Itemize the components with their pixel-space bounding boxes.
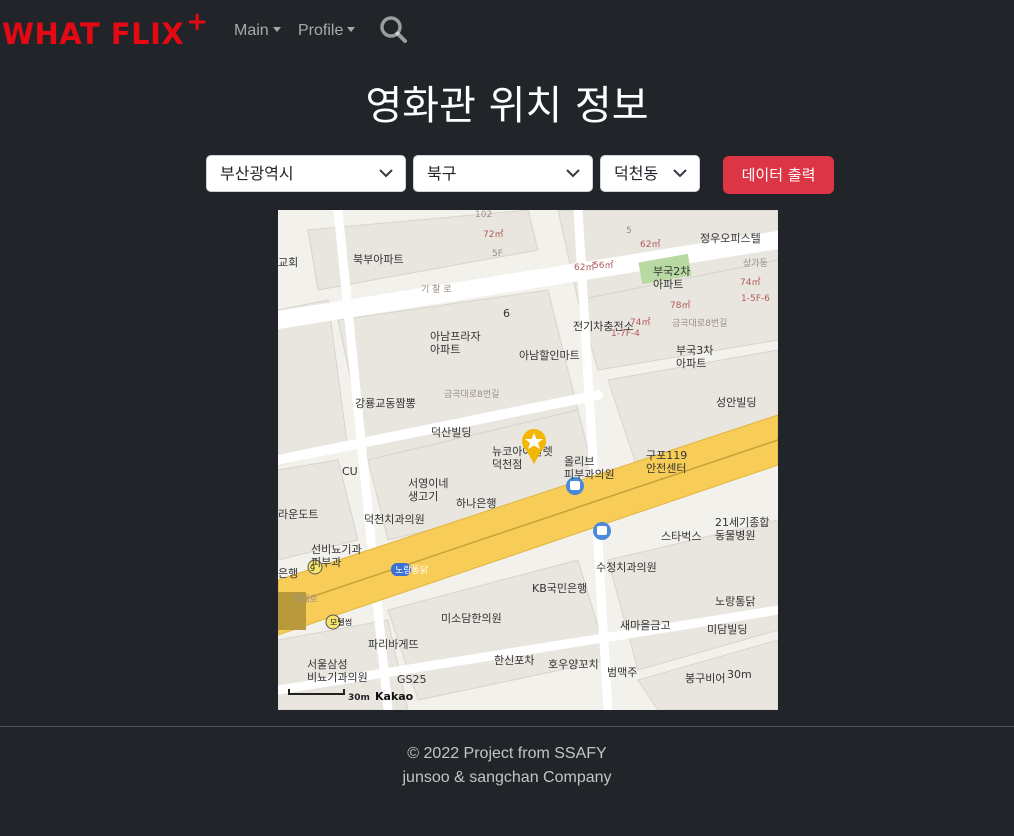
svg-text:62㎡: 62㎡: [574, 262, 594, 273]
svg-text:금곡대로8번길: 금곡대로8번길: [672, 318, 727, 329]
chevron-down-icon: [379, 169, 393, 178]
chevron-down-icon: [272, 27, 281, 32]
svg-text:덕산빌딩: 덕산빌딩: [431, 426, 471, 439]
chevron-down-icon: [673, 169, 687, 178]
search-button[interactable]: [378, 14, 410, 46]
city-select[interactable]: 부산광역시: [206, 155, 406, 192]
svg-text:전기차충전소: 전기차충전소: [573, 320, 634, 333]
search-icon: [380, 16, 407, 43]
dong-select[interactable]: 덕천동: [600, 155, 700, 192]
svg-text:성안빌딩: 성안빌딩: [716, 396, 756, 409]
svg-text:교회: 교회: [278, 256, 298, 269]
svg-text:모텔썸: 모텔썸: [330, 618, 352, 627]
chevron-down-icon: [566, 169, 580, 178]
svg-text:5: 5: [626, 226, 632, 236]
nav-main-dropdown[interactable]: Main: [234, 21, 281, 41]
map-canvas[interactable]: 노랑통닭 9 모텔썸 102 72㎡ 62㎡ 56㎡ 62㎡ 74㎡ 74㎡ 7…: [278, 210, 778, 710]
chevron-down-icon: [347, 27, 356, 32]
page-title: 영화관 위치 정보: [365, 83, 649, 129]
svg-text:금곡대로8번길: 금곡대로8번길: [444, 389, 499, 400]
svg-text:호우양꼬치: 호우양꼬치: [548, 658, 599, 671]
svg-text:노랑통닭: 노랑통닭: [715, 595, 755, 608]
svg-text:구포119안전센터: 구포119 안전센터: [646, 449, 687, 475]
svg-text:범맥주: 범맥주: [607, 666, 637, 679]
data-output-button[interactable]: 데이터 출력: [723, 156, 834, 194]
svg-text:102: 102: [475, 210, 492, 220]
svg-text:KB국민은행: KB국민은행: [532, 582, 587, 595]
svg-text:아남할인마트: 아남할인마트: [519, 349, 580, 362]
svg-text:Kakao: Kakao: [375, 690, 414, 703]
svg-text:북부아파트: 북부아파트: [353, 253, 404, 266]
svg-text:미담빌딩: 미담빌딩: [707, 623, 747, 636]
brand-plus: +: [186, 7, 209, 37]
svg-text:상가동: 상가동: [743, 258, 768, 269]
svg-text:CU: CU: [342, 465, 358, 478]
svg-text:5F: 5F: [492, 249, 503, 259]
svg-text:56㎡: 56㎡: [593, 260, 613, 271]
svg-text:봉구비어: 봉구비어: [685, 672, 725, 685]
svg-text:은행: 은행: [278, 567, 298, 580]
city-select-value: 부산광역시: [220, 164, 294, 183]
dong-select-value: 덕천동: [614, 164, 659, 183]
svg-text:한신포차: 한신포차: [494, 654, 534, 667]
footer: © 2022 Project from SSAFY junsoo & sangc…: [0, 742, 1014, 790]
kakao-map[interactable]: 노랑통닭 9 모텔썸 102 72㎡ 62㎡ 56㎡ 62㎡ 74㎡ 74㎡ 7…: [278, 210, 778, 710]
svg-text:GS25: GS25: [397, 673, 427, 686]
svg-text:하나은행: 하나은행: [456, 496, 496, 510]
svg-text:30m: 30m: [727, 668, 752, 681]
svg-text:라운도트: 라운도트: [278, 508, 318, 521]
district-select-value: 북구: [427, 164, 457, 183]
svg-text:74㎡: 74㎡: [740, 277, 760, 288]
svg-text:1-5F-6: 1-5F-6: [741, 294, 770, 304]
footer-company: junsoo & sangchan Company: [402, 769, 612, 786]
svg-text:강룡교동짬뽕: 강룡교동짬뽕: [355, 397, 416, 410]
district-select[interactable]: 북구: [413, 155, 593, 192]
svg-text:덕천치과의원: 덕천치과의원: [364, 512, 425, 526]
svg-text:6: 6: [503, 307, 510, 320]
svg-text:72㎡: 72㎡: [483, 229, 503, 240]
svg-text:덕대로: 덕대로: [293, 594, 318, 605]
svg-text:30m: 30m: [348, 693, 370, 703]
nav-profile-dropdown[interactable]: Profile: [298, 21, 356, 41]
svg-text:노랑통닭: 노랑통닭: [395, 564, 428, 576]
svg-text:기 찰 로: 기 찰 로: [421, 284, 452, 295]
svg-text:62㎡: 62㎡: [640, 239, 660, 250]
brand-logo[interactable]: WHAT FLIX+: [2, 7, 209, 56]
footer-copyright: © 2022 Project from SSAFY: [407, 745, 607, 762]
svg-text:미소담한의원: 미소담한의원: [441, 612, 502, 625]
svg-text:78㎡: 78㎡: [670, 300, 690, 311]
svg-text:스타벅스: 스타벅스: [661, 530, 701, 543]
footer-divider: [0, 726, 1014, 727]
svg-text:파리바게뜨: 파리바게뜨: [368, 638, 419, 651]
navbar: WHAT FLIX+ Main Profile: [0, 0, 1014, 62]
svg-text:새마을금고: 새마을금고: [620, 619, 671, 632]
svg-text:정우오피스텔: 정우오피스텔: [700, 232, 761, 245]
svg-text:수정치과의원: 수정치과의원: [596, 561, 657, 574]
